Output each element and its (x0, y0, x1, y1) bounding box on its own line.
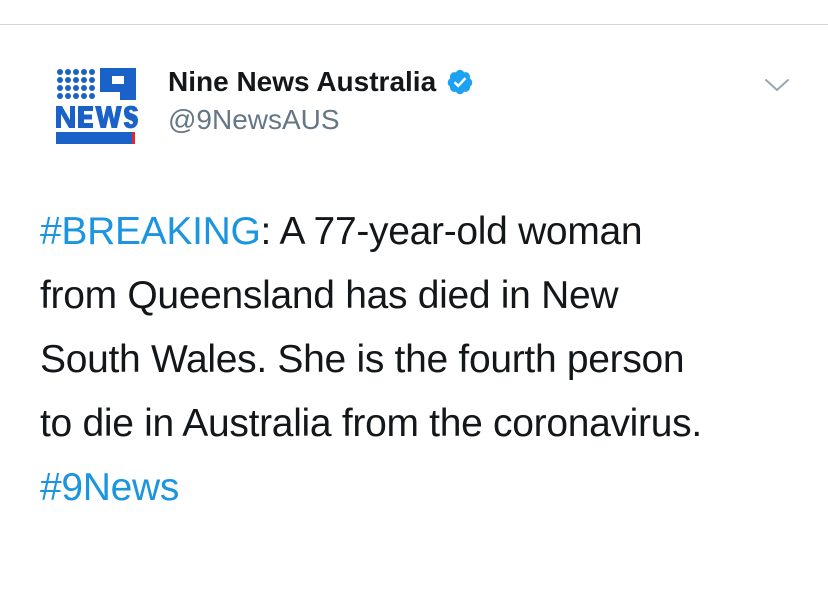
account-handle[interactable]: @9NewsAUS (168, 104, 474, 136)
tweet-line: #BREAKING: A 77-year-old woman (40, 200, 810, 264)
tweet-line: #9News (40, 456, 810, 520)
tweet-text-segment: : A 77-year-old woman (260, 210, 643, 253)
account-header: Nine News Australia @9NewsAUS (168, 62, 474, 136)
verified-badge-icon (446, 68, 474, 96)
hashtag-9news-link[interactable]: #9News (40, 466, 179, 509)
name-row: Nine News Australia (168, 62, 474, 102)
top-divider (0, 24, 828, 25)
nine-news-logo[interactable] (56, 68, 138, 144)
display-name[interactable]: Nine News Australia (168, 66, 436, 98)
tweet-text: #BREAKING: A 77-year-old woman from Quee… (40, 200, 810, 520)
tweet-line: from Queensland has died in New (40, 274, 619, 317)
chevron-down-icon[interactable] (764, 76, 790, 94)
hashtag-breaking-link[interactable]: #BREAKING (40, 210, 261, 253)
tweet-line: South Wales. She is the fourth person (40, 338, 685, 381)
tweet-line: to die in Australia from the coronavirus… (40, 402, 702, 445)
